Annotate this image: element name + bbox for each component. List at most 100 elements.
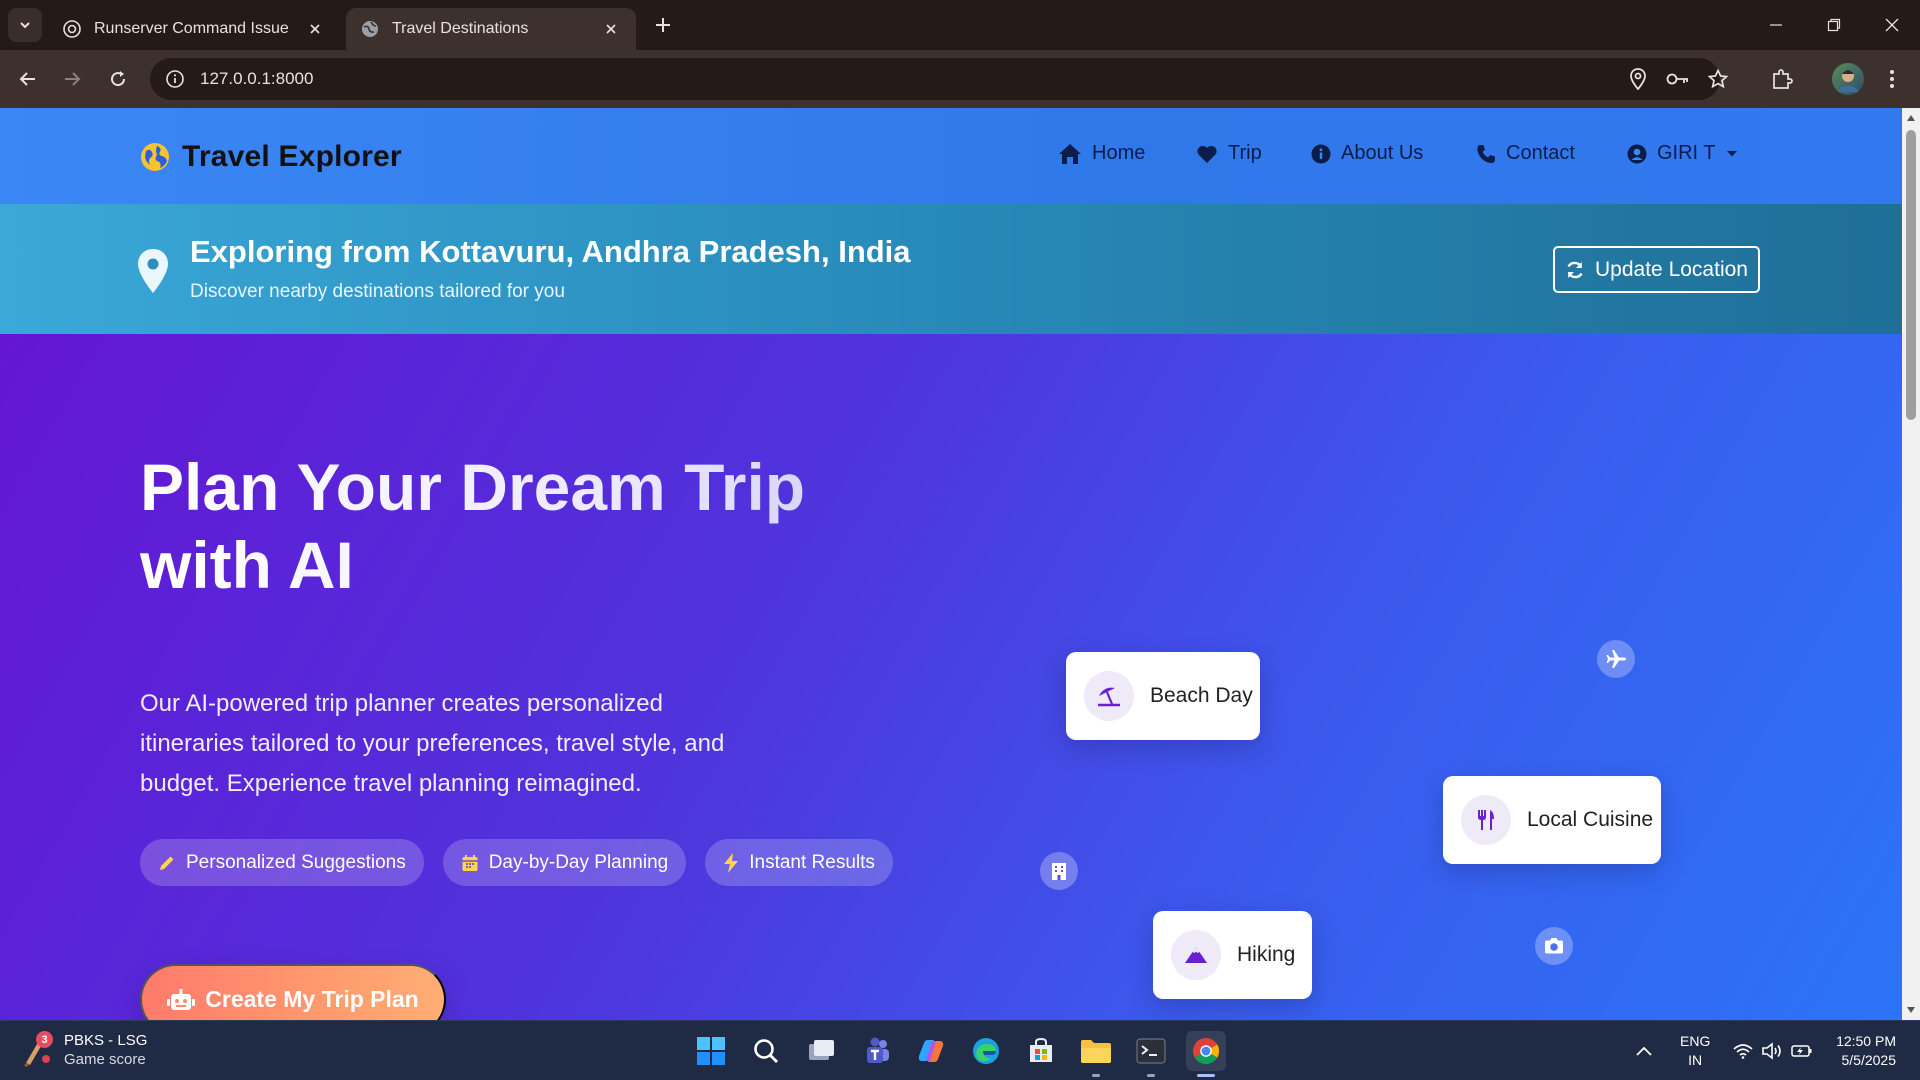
nav-trip[interactable]: Trip <box>1196 142 1262 165</box>
folder-icon <box>1081 1040 1111 1063</box>
score-widget[interactable]: 3 PBKS - LSG Game score <box>22 1031 147 1069</box>
minimize-button[interactable] <box>1752 0 1800 50</box>
openai-favicon-icon <box>62 19 82 39</box>
search-icon <box>754 1039 778 1063</box>
globe-favicon-icon <box>360 19 380 39</box>
new-tab-button[interactable] <box>650 12 676 38</box>
arrow-right-icon <box>65 72 81 86</box>
plus-icon <box>656 18 670 32</box>
teams-app[interactable] <box>856 1031 896 1071</box>
create-trip-plan-button[interactable]: Create My Trip Plan <box>140 964 446 1020</box>
brand-name: Travel Explorer <box>182 140 402 173</box>
site-info-icon[interactable] <box>164 68 186 90</box>
show-hidden-icons-button[interactable] <box>1636 1021 1652 1080</box>
system-clock[interactable]: 12:50 PM 5/5/2025 <box>1830 1032 1896 1070</box>
location-pin-icon[interactable] <box>1626 67 1650 91</box>
chrome-icon <box>1193 1038 1220 1065</box>
card-label: Local Cuisine <box>1527 808 1654 831</box>
nav-about-us[interactable]: About Us <box>1311 142 1423 165</box>
volume-icon[interactable] <box>1761 1021 1783 1080</box>
copilot-app[interactable] <box>911 1031 951 1071</box>
address-bar[interactable]: 127.0.0.1:8000 <box>150 58 1728 100</box>
nav-about-label: About Us <box>1341 142 1424 164</box>
tab-runserver[interactable]: Runserver Command Issue <box>48 8 340 50</box>
nav-user-label: GIRI T <box>1657 142 1716 164</box>
active-indicator <box>1197 1074 1215 1077</box>
reload-button[interactable] <box>102 63 134 95</box>
brand-logo[interactable]: Travel Explorer <box>140 140 402 174</box>
update-location-button[interactable]: Update Location <box>1553 246 1760 293</box>
tab-search-button[interactable] <box>8 8 42 42</box>
region-code: IN <box>1688 1052 1703 1068</box>
back-button[interactable] <box>12 63 44 95</box>
location-subtitle: Discover nearby destinations tailored fo… <box>190 281 565 302</box>
restore-icon <box>1827 18 1841 32</box>
tab-travel-destinations[interactable]: Travel Destinations <box>346 8 636 50</box>
language-indicator[interactable]: ENG IN <box>1680 1032 1710 1070</box>
puzzle-icon <box>1773 69 1793 89</box>
windows-logo-icon <box>697 1037 725 1065</box>
star-icon[interactable] <box>1706 67 1730 91</box>
widget-title: PBKS - LSG <box>64 1032 148 1049</box>
search-button[interactable] <box>746 1031 786 1071</box>
store-icon <box>1030 1037 1052 1062</box>
scrollbar-thumb[interactable] <box>1906 130 1916 420</box>
activity-card-beach-day: Beach Day <box>1066 652 1260 740</box>
nav-user-dropdown[interactable]: GIRI T <box>1627 142 1738 165</box>
store-app[interactable] <box>1021 1031 1061 1071</box>
pencil-icon <box>160 856 174 870</box>
forward-button[interactable] <box>56 63 88 95</box>
close-window-button[interactable] <box>1868 0 1916 50</box>
minimize-icon <box>1770 24 1782 26</box>
chevron-down-icon <box>20 22 30 29</box>
profile-avatar[interactable] <box>1832 63 1864 95</box>
windows-taskbar: 3 PBKS - LSG Game score ENG IN 12:50 PM … <box>0 1020 1920 1080</box>
location-title: Exploring from Kottavuru, Andhra Pradesh… <box>190 234 911 269</box>
scroll-up-arrow-icon[interactable] <box>1905 112 1917 124</box>
chip-day-by-day: Day-by-Day Planning <box>442 839 687 886</box>
battery-icon[interactable] <box>1791 1021 1813 1080</box>
utensils-icon <box>1461 795 1511 845</box>
tab-title: Travel Destinations <box>392 20 529 37</box>
start-button[interactable] <box>691 1031 731 1071</box>
key-icon[interactable] <box>1666 67 1690 91</box>
cta-label: Create My Trip Plan <box>205 986 419 1012</box>
restore-button[interactable] <box>1810 0 1858 50</box>
more-vertical-icon <box>1890 70 1894 88</box>
activity-card-hiking: Hiking <box>1153 911 1312 999</box>
close-icon[interactable] <box>304 18 326 40</box>
card-label: Hiking <box>1237 943 1296 966</box>
browser-menu-button[interactable] <box>1876 63 1908 95</box>
page-viewport: Travel Explorer Home Trip About Us Conta… <box>0 108 1902 1020</box>
hero-title: Plan Your Dream Trip with AI <box>140 448 940 604</box>
card-label: Beach Day <box>1150 684 1253 707</box>
nav-trip-label: Trip <box>1228 142 1262 164</box>
extensions-button[interactable] <box>1766 63 1798 95</box>
arrow-left-icon <box>19 72 35 86</box>
mountain-icon <box>1171 930 1221 980</box>
copilot-icon <box>918 1040 944 1062</box>
edge-app[interactable] <box>966 1031 1006 1071</box>
nav-contact[interactable]: Contact <box>1476 142 1575 165</box>
page-scrollbar[interactable] <box>1902 108 1920 1020</box>
close-icon[interactable] <box>600 18 622 40</box>
calendar-icon <box>462 854 478 871</box>
widget-subtitle: Game score <box>64 1051 146 1068</box>
umbrella-beach-icon <box>1084 671 1134 721</box>
chrome-app[interactable] <box>1186 1031 1226 1077</box>
browser-toolbar: 127.0.0.1:8000 <box>0 50 1920 108</box>
activity-card-local-cuisine: Local Cuisine <box>1443 776 1661 864</box>
task-view-button[interactable] <box>801 1031 841 1071</box>
user-circle-icon <box>1627 144 1647 163</box>
close-icon <box>1885 18 1899 32</box>
terminal-app[interactable] <box>1131 1031 1171 1077</box>
wifi-icon[interactable] <box>1733 1021 1753 1080</box>
chevron-up-icon <box>1636 1046 1652 1056</box>
running-indicator <box>1092 1074 1100 1077</box>
nav-home[interactable]: Home <box>1058 142 1145 165</box>
location-banner: Exploring from Kottavuru, Andhra Pradesh… <box>0 204 1902 334</box>
url-text: 127.0.0.1:8000 <box>200 69 314 88</box>
scroll-down-arrow-icon[interactable] <box>1905 1004 1917 1016</box>
chip-instant-results: Instant Results <box>705 839 893 886</box>
file-explorer-app[interactable] <box>1076 1031 1116 1077</box>
